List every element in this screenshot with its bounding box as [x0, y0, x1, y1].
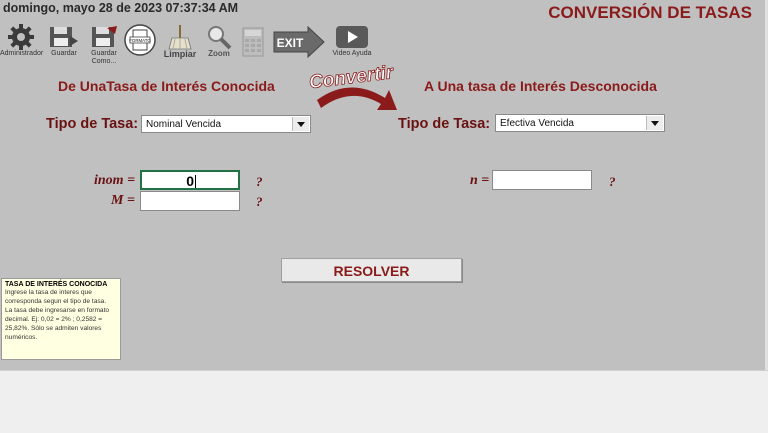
unknown-rate-heading: A Una tasa de Interés Desconocida — [424, 78, 657, 94]
right-rate-type-select[interactable]: Efectiva Vencida — [495, 114, 665, 132]
save-as-button[interactable]: Guardar Como... — [86, 24, 122, 66]
left-rate-type-value: Nominal Vencida — [146, 119, 222, 130]
known-rate-heading: De UnaTasa de Interés Conocida — [58, 78, 275, 94]
toolbar-label: Limpiar — [163, 49, 197, 59]
chevron-down-icon[interactable] — [292, 117, 309, 131]
page-title: CONVERSIÓN DE TASAS — [548, 3, 752, 22]
n-help-mark: ? — [609, 174, 616, 189]
inom-help-mark: ? — [256, 174, 263, 189]
text-cursor — [195, 175, 196, 188]
format-text: FORMATO — [129, 38, 151, 43]
play-icon — [336, 26, 368, 48]
calculator-icon — [242, 27, 264, 57]
tooltip-title: TASA DE INTERÉS CONOCIDA — [5, 281, 108, 288]
save-icon — [50, 27, 78, 47]
left-rate-type-label: Tipo de Tasa: — [46, 116, 139, 132]
video-help-button[interactable]: Video Ayuda — [328, 24, 376, 58]
tooltip-line: Ingrese la tasa de interes que — [5, 289, 92, 296]
magnifier-icon — [208, 26, 232, 50]
toolbar-label: Administrador — [0, 50, 44, 57]
n-label: n = — [470, 173, 490, 188]
gear-icon — [8, 24, 34, 50]
save-button[interactable]: Guardar — [46, 24, 82, 58]
datetime-label: domingo, mayo 28 de 2023 07:37:34 AM — [3, 1, 239, 15]
tooltip-line: corresponda segun el tipo de tasa. — [5, 298, 107, 305]
tooltip-line: La tasa debe ingresarse en formato — [5, 307, 110, 314]
calculator-button[interactable] — [240, 27, 266, 57]
inom-input[interactable]: 0 — [140, 170, 240, 190]
m-help-mark: ? — [256, 194, 263, 209]
chevron-down-icon[interactable] — [646, 116, 663, 130]
input-tooltip: TASA DE INTERÉS CONOCIDA Ingrese la tasa… — [1, 278, 121, 360]
toolbar-label: Zoom — [208, 49, 230, 58]
toolbar-label: Guardar Como... — [91, 50, 117, 65]
format-icon: FORMATO — [124, 24, 156, 56]
sheet-area: domingo, mayo 28 de 2023 07:37:34 AM CON… — [0, 0, 768, 370]
n-input[interactable] — [492, 170, 592, 190]
m-input[interactable] — [140, 191, 240, 211]
exit-button[interactable]: EXIT — [272, 26, 326, 58]
bottom-area — [0, 370, 768, 433]
right-rate-type-value: Efectiva Vencida — [500, 118, 574, 129]
inom-label: inom = — [94, 173, 136, 188]
right-rate-type-label: Tipo de Tasa: — [398, 116, 491, 132]
exit-text: EXIT — [277, 36, 304, 50]
zoom-button[interactable]: Zoom — [204, 24, 234, 58]
tooltip-line: decimal. Ej: 0,02 = 2% ; 0,2582 = — [5, 316, 103, 323]
resolve-button[interactable]: RESOLVER — [281, 258, 462, 282]
admin-button[interactable]: Administrador — [0, 24, 44, 58]
format-button[interactable]: FORMATO — [124, 24, 156, 56]
tooltip-line: numéricos. — [5, 334, 38, 341]
exit-arrow-icon: EXIT — [273, 26, 325, 58]
toolbar-label: Video Ayuda — [332, 50, 372, 57]
tooltip-line: 25,82%. Sólo se admiten valores — [5, 325, 102, 332]
toolbar-label: Guardar — [51, 50, 77, 57]
m-label: M = — [111, 193, 135, 208]
inom-value: 0 — [186, 173, 194, 189]
clear-button[interactable]: Limpiar — [160, 24, 200, 59]
left-rate-type-select[interactable]: Nominal Vencida — [141, 115, 311, 133]
convert-arrow-icon: Convertir — [308, 64, 397, 110]
broom-icon — [168, 25, 192, 50]
save-as-icon — [92, 26, 117, 47]
